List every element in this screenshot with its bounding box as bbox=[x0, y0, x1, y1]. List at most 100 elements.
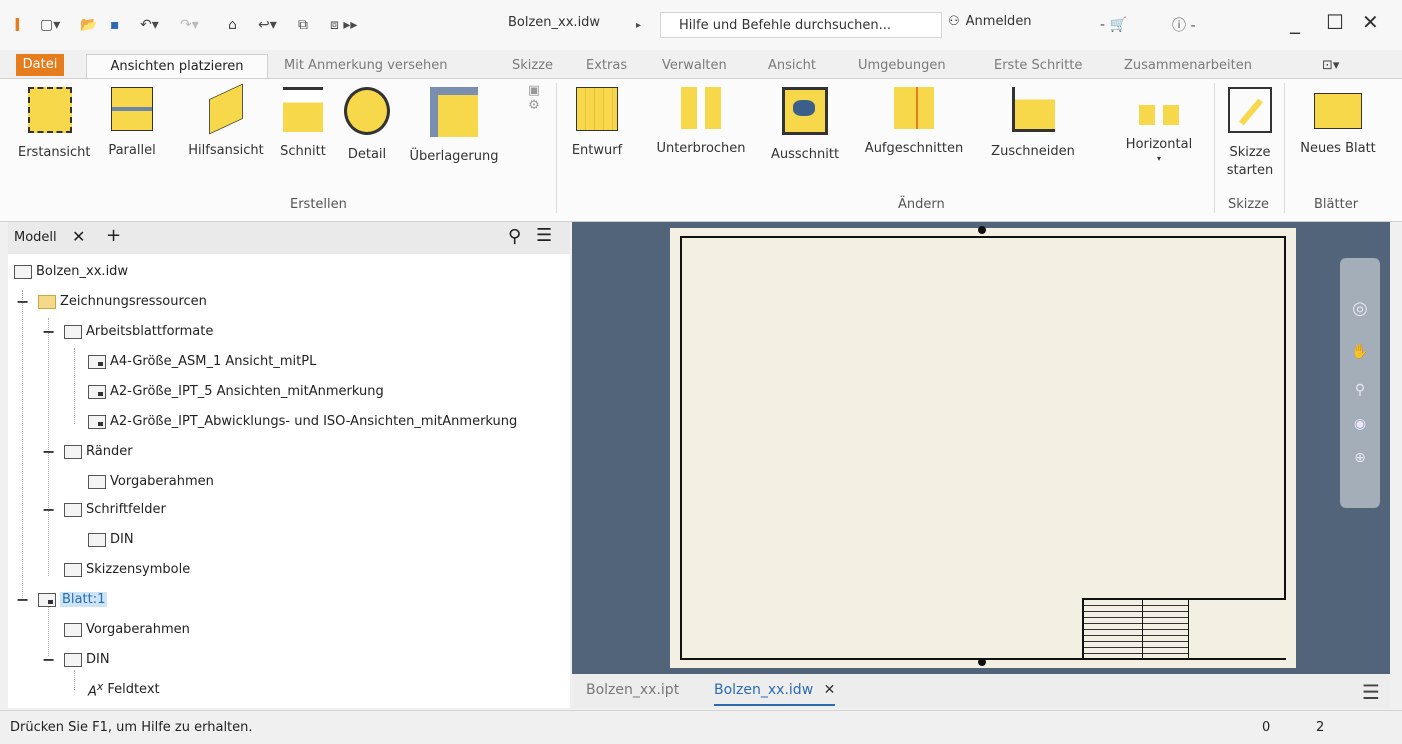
tree-field-text[interactable]: Ax Feldtext bbox=[88, 680, 160, 699]
pan-icon[interactable]: ✋ bbox=[1350, 344, 1370, 360]
zoom-all-icon[interactable]: ◉ bbox=[1350, 416, 1370, 432]
collapse-icon[interactable]: − bbox=[42, 442, 55, 461]
auxiliary-view-label: Hilfsansicht bbox=[188, 143, 264, 158]
tab-file[interactable]: Datei bbox=[16, 54, 64, 76]
doc-tab-ipt[interactable]: Bolzen_xx.ipt bbox=[586, 682, 679, 698]
draft-view-button[interactable]: Entwurf bbox=[566, 83, 628, 161]
new-file-icon[interactable]: ▢▾ bbox=[40, 14, 60, 36]
tree-line bbox=[48, 606, 49, 656]
collapse-icon[interactable]: − bbox=[42, 500, 55, 519]
menu-icon[interactable]: ☰ bbox=[536, 225, 552, 246]
break-out-label: Ausschnitt bbox=[770, 147, 840, 162]
home-icon[interactable]: ⌂ bbox=[228, 14, 237, 36]
new-sheet-button[interactable]: Neues Blatt bbox=[1290, 83, 1386, 159]
tree-label: Vorgaberahmen bbox=[110, 474, 214, 489]
tree-sheet-1[interactable]: Blatt:1 bbox=[38, 592, 108, 607]
collapse-icon[interactable]: − bbox=[16, 590, 29, 609]
update-icon[interactable]: ⧉ bbox=[298, 14, 308, 36]
title-bar: I ▢▾ 📂 ▪ ↶▾ ↷▾ ⌂ ↩▾ ⧉ ⧈ ▸▸ Bolzen_xx.idw… bbox=[0, 0, 1402, 50]
ribbon-options-icon[interactable]: ⊡▾ bbox=[1322, 54, 1339, 78]
tree-sheet-formats[interactable]: Arbeitsblattformate bbox=[64, 324, 213, 339]
zoom-window-icon[interactable]: ⊕ bbox=[1350, 450, 1370, 466]
slice-icon bbox=[894, 87, 934, 129]
slice-label: Aufgeschnitten bbox=[864, 141, 964, 156]
maximize-icon[interactable]: ☐ bbox=[1326, 10, 1344, 34]
slice-button[interactable]: Aufgeschnitten bbox=[854, 83, 974, 159]
doc-tab-idw[interactable]: Bolzen_xx.idw ✕ bbox=[714, 682, 836, 706]
zoom-icon[interactable]: ⚲ bbox=[1350, 382, 1370, 398]
document-title: Bolzen_xx.idw bbox=[508, 15, 601, 30]
collapse-icon[interactable]: − bbox=[42, 650, 55, 669]
tree-sketch-symbols[interactable]: Skizzensymbole bbox=[64, 562, 190, 577]
collapse-icon[interactable]: − bbox=[42, 322, 55, 341]
save-icon[interactable]: ▪ bbox=[110, 14, 120, 36]
tree-default-border[interactable]: Vorgaberahmen bbox=[88, 474, 214, 489]
projected-view-button[interactable]: Parallel bbox=[86, 83, 178, 161]
tree-title-blocks[interactable]: Schriftfelder bbox=[64, 502, 166, 517]
tree-label: Arbeitsblattformate bbox=[86, 324, 214, 339]
steering-wheel-icon[interactable]: ◎ bbox=[1350, 298, 1370, 319]
horizontal-label: Horizontal bbox=[1125, 137, 1193, 152]
break-out-button[interactable]: Ausschnitt bbox=[760, 83, 850, 165]
close-icon[interactable]: ✕ bbox=[824, 682, 836, 698]
tree-format-a4[interactable]: A4-Größe_ASM_1 Ansicht_mitPL bbox=[88, 354, 316, 369]
help-icon[interactable]: ⓘ - bbox=[1172, 14, 1196, 36]
section-view-button[interactable]: Schnitt bbox=[278, 83, 328, 162]
search-icon[interactable]: ⚲ bbox=[508, 226, 521, 247]
chevron-down-icon[interactable]: ▾ bbox=[1116, 155, 1202, 163]
undo-icon[interactable]: ↶▾ bbox=[140, 14, 159, 36]
close-icon[interactable]: ✕ bbox=[1362, 10, 1379, 34]
detail-view-button[interactable]: Detail bbox=[342, 83, 392, 165]
tab-view[interactable]: Ansicht bbox=[768, 54, 816, 78]
tab-get-started[interactable]: Erste Schritte bbox=[994, 54, 1082, 78]
browser-tab-model[interactable]: Modell bbox=[14, 230, 57, 245]
sheet-center-marker bbox=[978, 658, 986, 666]
menu-icon[interactable]: ☰ bbox=[1362, 680, 1380, 704]
add-icon[interactable]: + bbox=[106, 225, 121, 246]
tab-collaborate[interactable]: Zusammenarbeiten bbox=[1124, 54, 1252, 78]
tree-root[interactable]: Bolzen_xx.idw bbox=[14, 264, 128, 279]
redo-icon[interactable]: ↷▾ bbox=[180, 14, 199, 36]
collapse-icon[interactable]: − bbox=[16, 292, 29, 311]
tree-sheet-border[interactable]: Vorgaberahmen bbox=[64, 622, 190, 637]
draft-view-label: Entwurf bbox=[571, 143, 623, 158]
base-view-button[interactable]: Erstansicht bbox=[18, 83, 91, 163]
tree-format-a2-iso[interactable]: A2-Größe_IPT_Abwicklungs- und ISO-Ansich… bbox=[88, 414, 517, 429]
caret-icon: ▸ bbox=[636, 19, 642, 31]
tab-tools[interactable]: Extras bbox=[586, 54, 627, 78]
tree-borders[interactable]: Ränder bbox=[64, 444, 133, 459]
tree-label: Feldtext bbox=[107, 682, 160, 698]
tab-sketch[interactable]: Skizze bbox=[512, 54, 553, 78]
panel-title-modify: Ändern bbox=[898, 197, 945, 212]
tab-manage[interactable]: Verwalten bbox=[662, 54, 727, 78]
sketch-symbol-icon bbox=[64, 562, 82, 577]
tree-din[interactable]: DIN bbox=[88, 532, 134, 547]
cart-icon[interactable]: - 🛒 bbox=[1100, 14, 1127, 36]
overlay-view-button[interactable]: Überlagerung bbox=[398, 83, 510, 167]
open-icon[interactable]: 📂 bbox=[80, 14, 97, 36]
tree-drawing-resources[interactable]: Zeichnungsressourcen bbox=[38, 294, 207, 309]
tree-format-a2-5views[interactable]: A2-Größe_IPT_5 Ansichten_mitAnmerkung bbox=[88, 384, 384, 399]
properties-icon[interactable]: ⧈ ▸▸ bbox=[330, 14, 357, 36]
minimize-icon[interactable]: _ bbox=[1290, 10, 1300, 34]
start-sketch-button[interactable]: Skizze starten bbox=[1222, 83, 1278, 179]
auxiliary-view-button[interactable]: Hilfsansicht bbox=[180, 83, 272, 161]
tab-place-views[interactable]: Ansichten platzieren bbox=[86, 54, 268, 79]
tree-sheet-din[interactable]: DIN bbox=[64, 652, 110, 667]
return-icon[interactable]: ↩▾ bbox=[258, 14, 277, 36]
crop-button[interactable]: Zuschneiden bbox=[980, 83, 1086, 162]
inventor-logo-icon[interactable]: I bbox=[14, 14, 21, 36]
break-button[interactable]: Unterbrochen bbox=[646, 83, 756, 159]
draft-view-small-icon[interactable]: ▣ ⚙ bbox=[524, 83, 544, 113]
document-tabs: Bolzen_xx.ipt Bolzen_xx.idw ✕ ☰ bbox=[572, 674, 1390, 708]
tab-annotate[interactable]: Mit Anmerkung versehen bbox=[284, 54, 447, 78]
title-block-icon bbox=[64, 652, 82, 667]
search-input[interactable]: Hilfe und Befehle durchsuchen... bbox=[660, 12, 942, 38]
horizontal-button[interactable]: Horizontal ▾ bbox=[1116, 83, 1202, 163]
title-block bbox=[1082, 598, 1287, 660]
tab-environments[interactable]: Umgebungen bbox=[858, 54, 946, 78]
close-icon[interactable]: ✕ bbox=[72, 227, 85, 246]
status-text: Drücken Sie F1, um Hilfe zu erhalten. bbox=[10, 720, 253, 735]
ribbon-separator bbox=[1284, 83, 1285, 213]
login-button[interactable]: ⚇ Anmelden bbox=[948, 14, 1032, 29]
